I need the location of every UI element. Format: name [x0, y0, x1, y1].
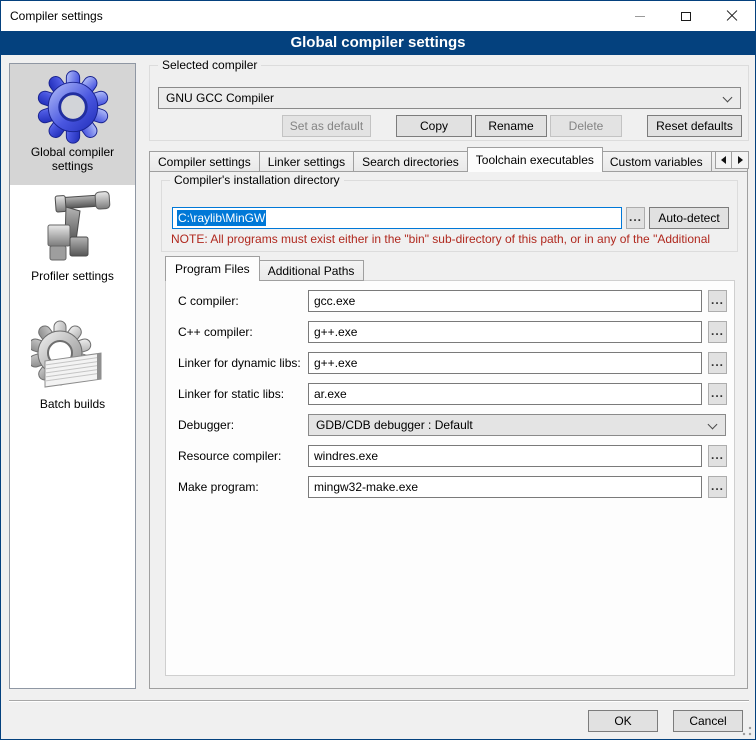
group-title: Compiler's installation directory	[170, 173, 344, 188]
footer-divider	[9, 700, 749, 702]
tab-linker-settings[interactable]: Linker settings	[260, 151, 354, 172]
field-label: Linker for dynamic libs:	[178, 352, 301, 374]
sidebar-item-label: Global compiler settings	[21, 145, 125, 173]
batch-builds-icon	[31, 319, 115, 397]
close-button[interactable]	[709, 1, 755, 31]
tab-toolchain-executables[interactable]: Toolchain executables	[467, 147, 603, 172]
installation-directory-group: Compiler's installation directory C:\ray…	[161, 180, 738, 252]
sidebar-item-global-compiler-settings[interactable]: Global compiler settings	[10, 64, 135, 185]
program-files-tabbar: Program Files Additional Paths	[165, 256, 364, 281]
compiler-settings-dialog: Compiler settings Global compiler settin…	[0, 0, 756, 740]
delete-button[interactable]: Delete	[550, 115, 622, 137]
c-compiler-input[interactable]: gcc.exe	[308, 290, 702, 312]
debugger-select[interactable]: GDB/CDB debugger : Default	[308, 414, 726, 436]
titlebar[interactable]: Compiler settings	[1, 1, 755, 31]
tab-custom-variables[interactable]: Custom variables	[602, 151, 712, 172]
sidebar-item-label: Profiler settings	[21, 269, 125, 283]
field-row-linker-dynamic: Linker for dynamic libs: g++.exe ...	[166, 352, 734, 374]
profiler-caliper-icon	[32, 189, 114, 269]
auto-detect-button[interactable]: Auto-detect	[649, 207, 729, 229]
resize-grip-icon[interactable]	[742, 726, 752, 736]
field-label: Debugger:	[178, 414, 234, 436]
ok-button[interactable]: OK	[588, 710, 658, 732]
program-files-page: C compiler: gcc.exe ... C++ compiler: g+…	[165, 280, 735, 676]
browse-c-compiler-button[interactable]: ...	[708, 290, 727, 312]
window-title: Compiler settings	[10, 1, 103, 31]
minimize-icon	[635, 16, 645, 17]
sidebar-item-label: Batch builds	[21, 397, 125, 411]
group-title: Selected compiler	[158, 58, 261, 73]
field-label: C++ compiler:	[178, 321, 253, 343]
chevron-down-icon	[708, 420, 718, 430]
debugger-select-value: GDB/CDB debugger : Default	[316, 418, 473, 432]
resource-compiler-input[interactable]: windres.exe	[308, 445, 702, 467]
field-row-linker-static: Linker for static libs: ar.exe ...	[166, 383, 734, 405]
field-row-debugger: Debugger: GDB/CDB debugger : Default	[166, 414, 734, 436]
field-row-c-compiler: C compiler: gcc.exe ...	[166, 290, 734, 312]
tab-scroll-left-button[interactable]	[715, 151, 732, 169]
browse-resource-compiler-button[interactable]: ...	[708, 445, 727, 467]
browse-directory-button[interactable]: ...	[626, 207, 645, 229]
field-label: Resource compiler:	[178, 445, 281, 467]
linker-static-input[interactable]: ar.exe	[308, 383, 702, 405]
cancel-button[interactable]: Cancel	[673, 710, 743, 732]
field-row-cpp-compiler: C++ compiler: g++.exe ...	[166, 321, 734, 343]
tab-compiler-settings[interactable]: Compiler settings	[149, 151, 260, 172]
sidebar-item-profiler-settings[interactable]: Profiler settings	[10, 189, 135, 291]
settings-tabbar: Compiler settings Linker settings Search…	[149, 147, 749, 172]
page-title: Global compiler settings	[1, 31, 755, 55]
reset-defaults-button[interactable]: Reset defaults	[647, 115, 742, 137]
caption-buttons	[617, 1, 755, 31]
cpp-compiler-input[interactable]: g++.exe	[308, 321, 702, 343]
browse-linker-static-button[interactable]: ...	[708, 383, 727, 405]
blue-gear-icon	[35, 69, 111, 145]
selected-compiler-group: Selected compiler GNU GCC Compiler Set a…	[149, 65, 749, 141]
tab-search-directories[interactable]: Search directories	[354, 151, 468, 172]
browse-make-program-button[interactable]: ...	[708, 476, 727, 498]
copy-button[interactable]: Copy	[396, 115, 472, 137]
browse-cpp-compiler-button[interactable]: ...	[708, 321, 727, 343]
field-label: Make program:	[178, 476, 259, 498]
compiler-select[interactable]: GNU GCC Compiler	[158, 87, 741, 109]
bin-subdirectory-note: NOTE: All programs must exist either in …	[171, 232, 734, 246]
maximize-icon	[681, 12, 691, 21]
settings-category-list: Global compiler settings	[9, 63, 136, 689]
tab-additional-paths[interactable]: Additional Paths	[259, 260, 365, 281]
selected-path-text: C:\raylib\MinGW	[177, 210, 266, 226]
set-as-default-button[interactable]: Set as default	[282, 115, 371, 137]
tab-program-files[interactable]: Program Files	[165, 256, 260, 281]
browse-linker-dynamic-button[interactable]: ...	[708, 352, 727, 374]
left-triangle-icon	[721, 156, 726, 164]
linker-dynamic-input[interactable]: g++.exe	[308, 352, 702, 374]
make-program-input[interactable]: mingw32-make.exe	[308, 476, 702, 498]
installation-directory-input[interactable]: C:\raylib\MinGW	[172, 207, 622, 229]
rename-button[interactable]: Rename	[475, 115, 547, 137]
field-row-make-program: Make program: mingw32-make.exe ...	[166, 476, 734, 498]
sidebar-item-batch-builds[interactable]: Batch builds	[10, 319, 135, 421]
maximize-button[interactable]	[663, 1, 709, 31]
right-triangle-icon	[738, 156, 743, 164]
compiler-select-value: GNU GCC Compiler	[166, 91, 274, 105]
minimize-button[interactable]	[617, 1, 663, 31]
field-label: C compiler:	[178, 290, 239, 312]
chevron-down-icon	[723, 93, 733, 103]
field-row-resource-compiler: Resource compiler: windres.exe ...	[166, 445, 734, 467]
tab-scroll-buttons	[715, 151, 749, 169]
field-label: Linker for static libs:	[178, 383, 284, 405]
close-icon	[726, 10, 738, 22]
toolchain-executables-page: Compiler's installation directory C:\ray…	[149, 171, 748, 689]
tab-scroll-right-button[interactable]	[732, 151, 749, 169]
